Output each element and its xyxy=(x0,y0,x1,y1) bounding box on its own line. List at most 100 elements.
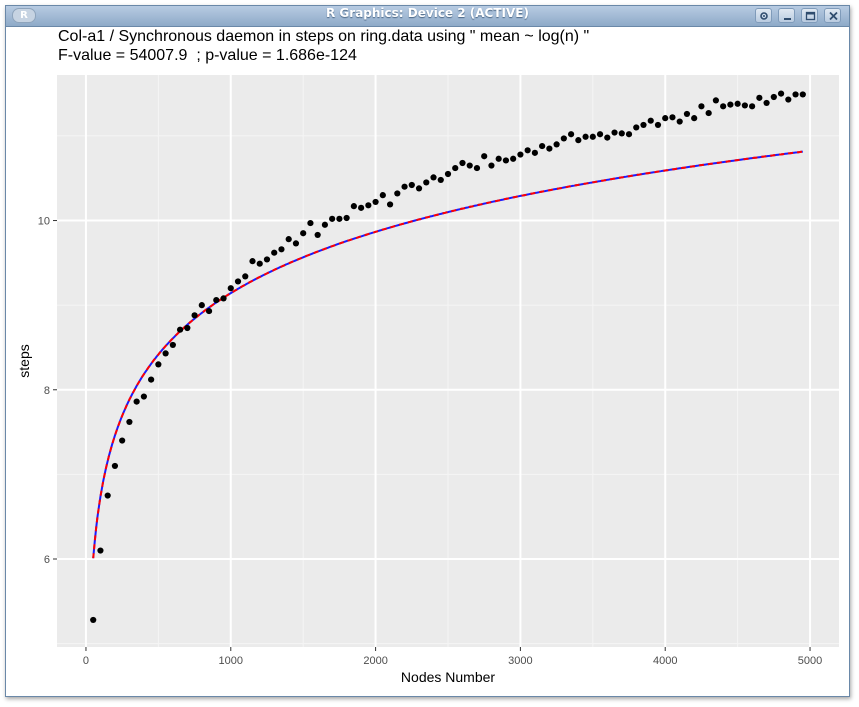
data-point xyxy=(372,198,379,206)
data-point xyxy=(799,91,806,98)
data-point xyxy=(553,141,560,148)
x-tick-label: 0 xyxy=(83,655,89,667)
data-point xyxy=(119,437,126,444)
data-point xyxy=(575,137,582,144)
data-point xyxy=(662,115,669,122)
data-point xyxy=(423,179,430,186)
data-point xyxy=(140,393,147,400)
data-point xyxy=(358,204,365,211)
y-axis-label: steps xyxy=(16,344,32,377)
data-point xyxy=(155,361,162,368)
data-point xyxy=(148,376,155,383)
data-point xyxy=(654,121,662,129)
data-point xyxy=(111,462,119,470)
data-point xyxy=(198,302,205,309)
data-point xyxy=(126,418,133,426)
data-point xyxy=(213,296,220,304)
data-point xyxy=(698,103,705,110)
data-point xyxy=(300,230,307,237)
x-tick-label: 2000 xyxy=(363,655,387,667)
data-point xyxy=(676,118,683,125)
data-point xyxy=(191,312,198,319)
data-point xyxy=(560,135,567,142)
data-point xyxy=(343,214,350,222)
x-tick-label: 3000 xyxy=(508,655,532,667)
y-tick-label: 10 xyxy=(38,216,50,228)
data-point xyxy=(205,307,213,315)
data-point xyxy=(705,109,712,117)
data-point xyxy=(770,93,777,101)
data-point xyxy=(756,94,763,101)
data-point xyxy=(227,285,234,292)
data-point xyxy=(169,341,176,349)
data-point xyxy=(727,101,734,108)
data-point xyxy=(104,492,111,499)
data-point xyxy=(329,215,336,222)
data-point xyxy=(466,162,473,169)
data-point xyxy=(386,201,394,208)
data-point xyxy=(524,147,531,154)
data-point xyxy=(510,155,517,162)
data-point xyxy=(452,164,459,172)
data-point xyxy=(97,547,104,554)
data-point xyxy=(785,96,792,103)
data-point xyxy=(582,133,589,140)
data-point xyxy=(589,133,596,140)
y-axis: 6 8 10 xyxy=(38,216,57,566)
data-point xyxy=(90,616,97,624)
data-point xyxy=(546,145,553,152)
x-tick-label: 5000 xyxy=(798,655,822,667)
data-point xyxy=(314,231,321,239)
data-point xyxy=(539,142,546,150)
data-point xyxy=(596,131,604,138)
data-point xyxy=(437,176,444,184)
data-point xyxy=(618,130,625,137)
data-point xyxy=(249,258,256,265)
data-point xyxy=(234,278,242,285)
data-point xyxy=(256,260,263,267)
data-point xyxy=(604,134,611,141)
data-point xyxy=(488,162,495,169)
data-point xyxy=(712,97,720,104)
data-point xyxy=(611,129,618,136)
x-axis: 0 1000 2000 3000 4000 5000 xyxy=(83,647,822,667)
data-point xyxy=(517,151,524,158)
data-point xyxy=(278,246,285,253)
data-point xyxy=(531,149,538,156)
chart-plot: 0 1000 2000 3000 4000 5000 6810 Nodes Number … xyxy=(16,75,839,685)
data-point xyxy=(720,103,727,110)
data-point xyxy=(336,215,343,222)
data-point xyxy=(625,131,633,138)
data-point xyxy=(408,181,415,189)
data-point xyxy=(749,103,756,110)
data-point xyxy=(307,219,314,227)
data-point xyxy=(394,190,401,197)
data-point xyxy=(401,183,408,190)
data-point xyxy=(430,174,437,181)
data-point xyxy=(495,155,502,162)
data-point xyxy=(741,102,748,109)
data-point xyxy=(365,202,372,209)
data-point xyxy=(184,324,191,332)
data-point xyxy=(502,157,510,164)
data-point xyxy=(176,326,184,333)
data-point xyxy=(162,350,169,357)
data-point xyxy=(567,131,575,138)
data-point xyxy=(379,192,386,199)
x-tick-label: 1000 xyxy=(219,655,243,667)
data-point xyxy=(734,100,741,107)
data-point xyxy=(271,249,278,256)
data-point xyxy=(763,99,770,107)
data-point xyxy=(263,256,271,263)
y-tick-label: 6 xyxy=(44,554,50,566)
data-point xyxy=(133,398,140,405)
data-point xyxy=(321,221,329,228)
data-point xyxy=(633,124,640,131)
data-point xyxy=(220,295,227,302)
data-point xyxy=(350,203,357,210)
data-point xyxy=(292,240,300,247)
x-axis-label: Nodes Number xyxy=(401,669,495,685)
data-point xyxy=(242,273,249,280)
data-point xyxy=(777,90,785,97)
data-point xyxy=(285,236,292,243)
